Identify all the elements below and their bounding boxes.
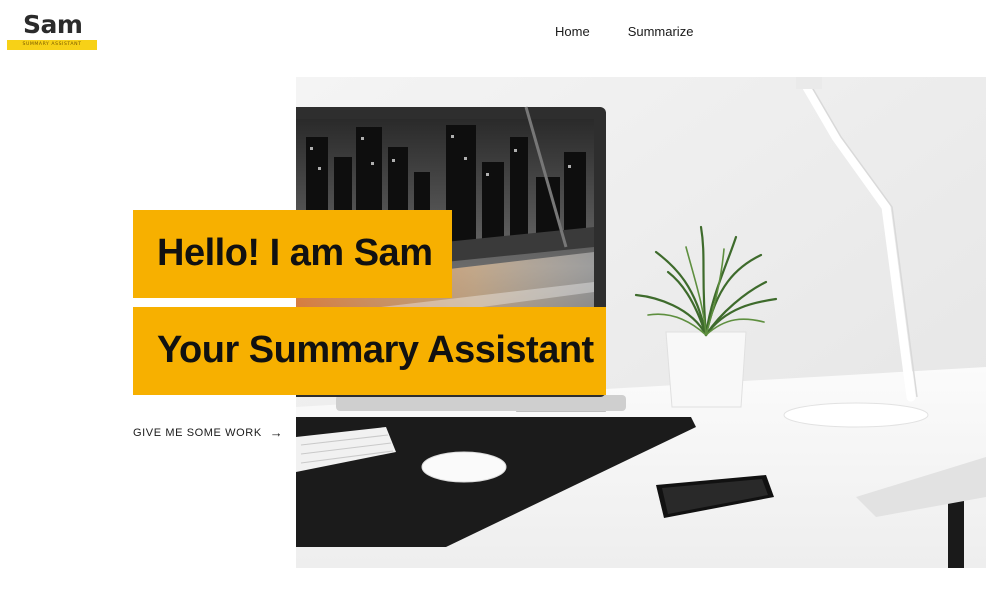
hero-headline-subtitle: Your Summary Assistant — [133, 307, 606, 395]
main-nav: Home Summarize — [555, 23, 693, 41]
nav-link-home[interactable]: Home — [555, 23, 590, 41]
arrow-right-icon: → — [269, 425, 284, 440]
hero-headline-greeting: Hello! I am Sam — [133, 210, 452, 298]
page: Sam SUMMARY ASSISTANT Home Summarize Hel… — [0, 0, 1000, 600]
cta-give-me-work-link[interactable]: GIVE ME SOME WORK → — [133, 426, 283, 439]
nav-link-summarize[interactable]: Summarize — [628, 23, 694, 41]
brand-logo[interactable]: Sam SUMMARY ASSISTANT — [7, 8, 99, 52]
cta-label: GIVE ME SOME WORK — [133, 426, 262, 439]
brand-name: Sam — [23, 10, 83, 39]
brand-tagline: SUMMARY ASSISTANT — [22, 42, 82, 47]
